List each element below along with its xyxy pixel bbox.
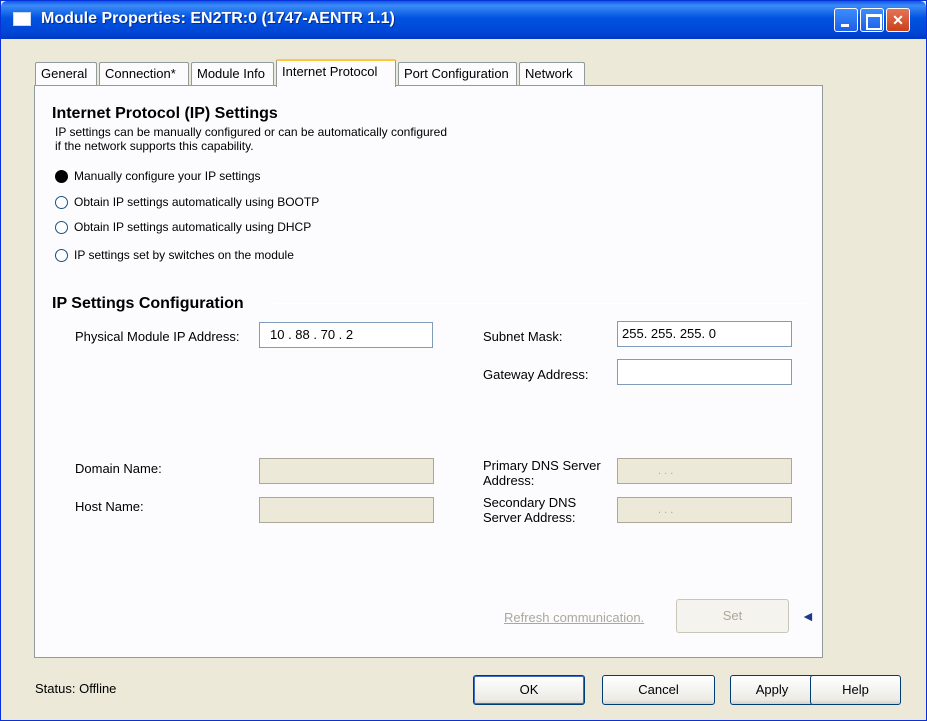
radio-label: Obtain IP settings automatically using D… xyxy=(74,220,312,234)
ip-address-label: Physical Module IP Address: xyxy=(75,329,240,344)
tab-module-info[interactable]: Module Info xyxy=(191,62,274,86)
radio-button[interactable] xyxy=(55,248,68,262)
group-divider xyxy=(273,303,806,304)
minimize-button[interactable] xyxy=(834,8,858,32)
maximize-button[interactable] xyxy=(860,8,884,32)
radio-bootp[interactable]: Obtain IP settings automatically using B… xyxy=(55,193,319,211)
tab-network[interactable]: Network xyxy=(519,62,585,86)
status-text: Status: Offline xyxy=(35,681,117,696)
set-button[interactable]: Set xyxy=(676,599,789,633)
radio-button[interactable] xyxy=(55,220,68,234)
refresh-communication-link[interactable]: Refresh communication. xyxy=(504,610,644,625)
ip-settings-heading: Internet Protocol (IP) Settings xyxy=(52,105,278,122)
radio-manual[interactable]: Manually configure your IP settings xyxy=(55,167,261,185)
cancel-button[interactable]: Cancel xyxy=(602,675,715,705)
secondary-dns-field[interactable]: . . . xyxy=(617,497,792,523)
subnet-mask-label: Subnet Mask: xyxy=(483,329,563,344)
radio-dhcp[interactable]: Obtain IP settings automatically using D… xyxy=(55,218,311,236)
tab-port-configuration[interactable]: Port Configuration xyxy=(398,62,517,86)
radio-label: Obtain IP settings automatically using B… xyxy=(74,195,320,209)
primary-dns-field[interactable]: . . . xyxy=(617,458,792,484)
description-line-1: IP settings can be manually configured o… xyxy=(55,125,448,139)
domain-name-field[interactable] xyxy=(259,458,434,484)
module-properties-window: Module Properties: EN2TR:0 (1747-AENTR 1… xyxy=(0,0,927,721)
window-title: Module Properties: EN2TR:0 (1747-AENTR 1… xyxy=(41,10,395,27)
secondary-dns-label: Secondary DNS Server Address: xyxy=(483,495,577,525)
tab-internet-protocol[interactable]: Internet Protocol xyxy=(276,59,396,87)
host-name-field[interactable] xyxy=(259,497,434,523)
tab-connection[interactable]: Connection* xyxy=(99,62,189,86)
radio-button-selected[interactable] xyxy=(55,169,68,183)
close-button[interactable]: ✕ xyxy=(886,8,910,32)
radio-switches[interactable]: IP settings set by switches on the modul… xyxy=(55,246,294,264)
gateway-address-label: Gateway Address: xyxy=(483,367,589,382)
apply-button[interactable]: Apply xyxy=(730,675,814,705)
subnet-mask-field[interactable]: 255. 255. 255. 0 xyxy=(617,321,792,347)
ip-address-field[interactable]: 10 . 88 . 70 . 2 xyxy=(259,322,433,348)
radio-label: Manually configure your IP settings xyxy=(74,169,261,183)
ip-config-heading: IP Settings Configuration xyxy=(52,295,244,312)
window-icon xyxy=(13,12,31,26)
ok-button[interactable]: OK xyxy=(473,675,585,705)
title-bar[interactable]: Module Properties: EN2TR:0 (1747-AENTR 1… xyxy=(1,1,926,39)
arrow-left-icon: ◄ xyxy=(801,608,815,624)
gateway-address-field[interactable] xyxy=(617,359,792,385)
description-line-2: if the network supports this capability. xyxy=(55,139,254,153)
radio-button[interactable] xyxy=(55,195,68,209)
host-name-label: Host Name: xyxy=(75,499,144,514)
domain-name-label: Domain Name: xyxy=(75,461,162,476)
primary-dns-label: Primary DNS Server Address: xyxy=(483,458,601,488)
tab-general[interactable]: General xyxy=(35,62,97,86)
help-button[interactable]: Help xyxy=(810,675,901,705)
radio-label: IP settings set by switches on the modul… xyxy=(74,248,294,262)
ip-settings-description: IP settings can be manually configured o… xyxy=(55,125,447,153)
